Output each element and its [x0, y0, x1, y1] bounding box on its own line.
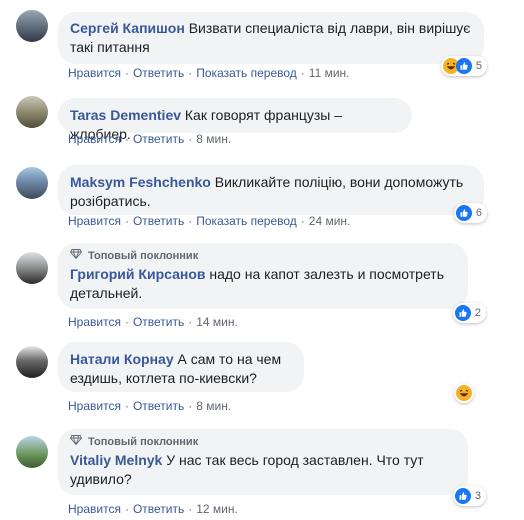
translate-button[interactable]: Показать перевод — [196, 214, 297, 228]
comment-author[interactable]: Сергей Капишон — [70, 20, 185, 36]
top-fan-label: Топовый поклонник — [88, 436, 199, 448]
separator: · — [188, 502, 193, 516]
like-button[interactable]: Нравится — [68, 399, 121, 413]
haha-reaction-icon — [456, 385, 472, 401]
separator: · — [188, 214, 193, 228]
comment-actions: Нравится · Ответить · Показать перевод · 24 ми… — [68, 214, 350, 228]
like-button[interactable]: Нравится — [68, 214, 121, 228]
like-button[interactable]: Нравится — [68, 315, 121, 329]
avatar[interactable] — [16, 346, 48, 378]
reply-button[interactable]: Ответить — [133, 315, 184, 329]
comment-timestamp[interactable]: 24 мин. — [309, 214, 351, 228]
separator: · — [124, 315, 129, 329]
like-reaction-icon — [454, 488, 471, 504]
separator: · — [124, 399, 129, 413]
comment-actions: Нравится · Ответить · 12 мин. — [68, 502, 238, 516]
comment-bubble: Maksym Feshchenko Викликайте поліцію, во… — [58, 165, 484, 215]
translate-button[interactable]: Показать перевод — [196, 66, 297, 80]
separator: · — [300, 214, 305, 228]
reaction-count: 3 — [474, 490, 481, 502]
top-fan-badge: Топовый поклонник — [69, 435, 456, 449]
like-reaction-icon — [455, 205, 472, 221]
separator: · — [300, 66, 305, 80]
avatar[interactable] — [16, 436, 48, 468]
comment-bubble: Taras Dementiev Как говорят французы – ж… — [58, 98, 412, 142]
like-button[interactable]: Нравится — [68, 502, 121, 516]
separator: · — [188, 132, 193, 146]
separator: · — [124, 132, 129, 146]
reply-button[interactable]: Ответить — [133, 66, 184, 80]
comment-timestamp[interactable]: 8 мин. — [196, 399, 231, 413]
comment-timestamp[interactable]: 12 мин. — [196, 502, 238, 516]
separator: · — [124, 66, 129, 80]
diamond-icon — [69, 249, 83, 263]
like-reaction-icon — [454, 305, 471, 321]
comment-actions: Нравится · Ответить · Показать перевод · 11 ми… — [68, 66, 350, 80]
reaction-summary[interactable]: 3 — [452, 486, 486, 506]
comment-timestamp[interactable]: 8 мин. — [196, 132, 231, 146]
avatar[interactable] — [16, 167, 48, 199]
comment-author[interactable]: Натали Корнау — [70, 351, 174, 367]
reaction-count: 6 — [475, 207, 482, 219]
comment-timestamp[interactable]: 11 мин. — [309, 66, 350, 80]
top-fan-badge: Топовый поклонник — [69, 249, 456, 263]
reaction-summary[interactable]: 6 — [453, 203, 487, 223]
reaction-summary[interactable]: 2 — [452, 303, 486, 323]
comment-author[interactable]: Taras Dementiev — [70, 107, 181, 123]
avatar[interactable] — [16, 96, 48, 128]
diamond-icon — [69, 435, 83, 449]
separator: · — [188, 399, 193, 413]
comment-bubble: Натали Корнау А сам то на чем ездишь, ко… — [58, 342, 304, 392]
comment-author[interactable]: Григорий Кирсанов — [70, 266, 205, 282]
like-reaction-icon — [455, 58, 472, 74]
comment-actions: Нравится · Ответить · 14 мин. — [68, 315, 238, 329]
comment-actions: Нравится · Ответить · 8 мин. — [68, 132, 231, 146]
reaction-count: 5 — [475, 60, 482, 72]
avatar[interactable] — [16, 10, 48, 42]
comment-author[interactable]: Vitaliy Melnyk — [70, 452, 162, 468]
separator: · — [124, 502, 129, 516]
reply-button[interactable]: Ответить — [133, 399, 184, 413]
comment-actions: Нравится · Ответить · 8 мин. — [68, 399, 231, 413]
comment-bubble: Сергей Капишон Визвати специаліста від л… — [58, 12, 484, 64]
comment-bubble: Топовый поклонник Григорий Кирсанов надо… — [58, 243, 468, 309]
like-button[interactable]: Нравится — [68, 132, 121, 146]
comment-timestamp[interactable]: 14 мин. — [196, 315, 238, 329]
top-fan-label: Топовый поклонник — [88, 250, 199, 262]
reply-button[interactable]: Ответить — [133, 502, 184, 516]
reaction-count: 2 — [474, 307, 481, 319]
reply-button[interactable]: Ответить — [133, 214, 184, 228]
avatar[interactable] — [16, 252, 48, 284]
reaction-summary[interactable]: 5 — [440, 56, 487, 76]
like-button[interactable]: Нравится — [68, 66, 121, 80]
separator: · — [124, 214, 129, 228]
separator: · — [188, 66, 193, 80]
comment-bubble: Топовый поклонник Vitaliy Melnyk У нас т… — [58, 429, 468, 495]
comment-author[interactable]: Maksym Feshchenko — [70, 174, 211, 190]
reply-button[interactable]: Ответить — [133, 132, 184, 146]
separator: · — [188, 315, 193, 329]
reaction-summary[interactable] — [454, 383, 474, 403]
